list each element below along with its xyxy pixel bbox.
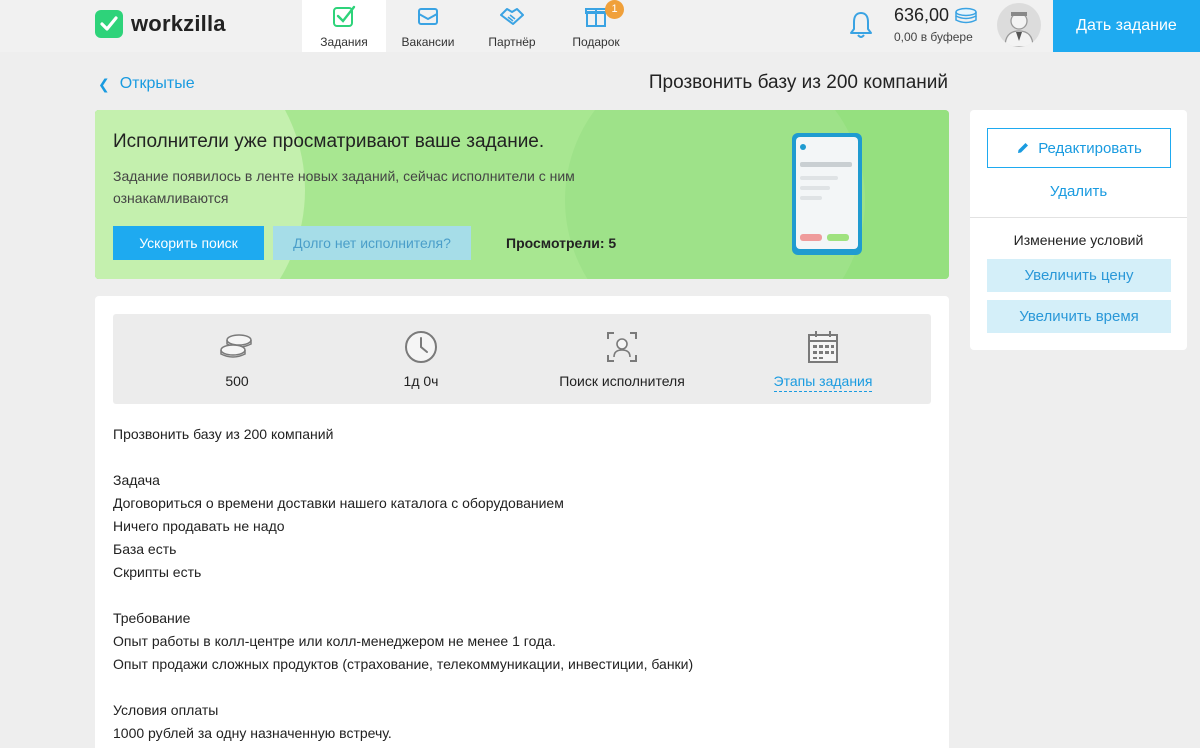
main-nav: Задания Вакансии Партнёр 1 Подарок	[302, 0, 638, 52]
gift-badge: 1	[605, 0, 624, 19]
actions-panel: Редактировать Удалить Изменение условий …	[970, 110, 1187, 350]
balance-value: 636,00	[894, 5, 950, 25]
nav-vacancies-label: Вакансии	[401, 35, 455, 49]
banner-text: Задание появилось в ленте новых заданий,…	[113, 168, 575, 206]
edit-button[interactable]: Редактировать	[987, 128, 1171, 168]
pencil-icon	[1018, 143, 1029, 153]
back-link[interactable]: ❮ Открытые	[98, 75, 195, 93]
nav-partner[interactable]: Партнёр	[470, 0, 554, 52]
logo-text: workzilla	[131, 11, 226, 36]
balance-buffer: 0,00 в буфере	[894, 30, 973, 44]
conditions-title: Изменение условий	[1013, 232, 1144, 248]
avatar[interactable]	[997, 3, 1041, 47]
nav-vacancies[interactable]: Вакансии	[386, 0, 470, 52]
user-avatar-icon	[1004, 12, 1034, 47]
workzilla-logo[interactable]: workzilla	[95, 10, 226, 38]
task-card: 500 1д 0ч Поиск исполнителя Этапы задани…	[95, 296, 949, 748]
logo-check-icon	[95, 10, 123, 38]
calendar-icon	[808, 331, 838, 363]
description-line: База есть	[113, 541, 177, 557]
viewed-count: Просмотрели: 5	[506, 235, 617, 251]
stat-stages: Этапы задания	[723, 314, 923, 404]
stat-stages-value: Этапы задания	[723, 373, 923, 392]
stages-link[interactable]: Этапы задания	[773, 373, 873, 392]
balance-amount: 636,00	[894, 5, 979, 26]
banner-title: Исполнители уже просматривают ваше задан…	[113, 131, 545, 152]
description-line	[113, 446, 913, 469]
chevron-left-icon: ❮	[98, 75, 110, 92]
executor-search-icon	[607, 332, 637, 362]
divider	[970, 217, 1187, 218]
description-line: Ничего продавать не надо	[113, 518, 285, 534]
nav-tasks[interactable]: Задания	[302, 0, 386, 52]
page-title: Прозвонить базу из 200 компаний	[648, 72, 948, 93]
stat-time-value: 1д 0ч	[403, 373, 439, 389]
top-header: workzilla Задания Вакансии Партнёр 1 Под…	[0, 0, 1200, 52]
tasks-check-icon	[333, 5, 356, 27]
description-line	[113, 676, 913, 699]
stat-status-value: Поиск исполнителя	[559, 373, 685, 389]
description-line: Условия оплаты	[113, 702, 219, 718]
description-line: Скрипты есть	[113, 564, 202, 580]
clock-icon	[405, 331, 437, 363]
edit-label: Редактировать	[1038, 139, 1142, 157]
partner-handshake-icon	[500, 8, 524, 25]
give-task-button[interactable]: Дать задание	[1053, 0, 1200, 52]
task-description: Прозвонить базу из 200 компаний Задача Д…	[113, 423, 913, 745]
back-label: Открытые	[119, 75, 195, 92]
nav-tasks-label: Задания	[320, 35, 368, 49]
description-line: Требование	[113, 610, 191, 626]
description-line: Опыт продажи сложных продуктов (страхова…	[113, 656, 694, 672]
description-line: Задача	[113, 472, 160, 488]
status-banner: Исполнители уже просматривают ваше задан…	[95, 110, 949, 279]
stat-status: Поиск исполнителя	[522, 314, 722, 404]
balance-block[interactable]: 636,00 0,00 в буфере	[894, 5, 979, 44]
nav-gift-label: Подарок	[572, 35, 620, 49]
nav-partner-label: Партнёр	[488, 35, 536, 49]
speed-up-search-button[interactable]: Ускорить поиск	[113, 226, 264, 260]
coins-icon	[955, 7, 977, 23]
delete-link[interactable]: Удалить	[970, 183, 1187, 200]
phone-illustration-icon	[792, 133, 862, 255]
coins-icon	[220, 334, 252, 358]
description-line: Прозвонить базу из 200 компаний	[113, 426, 334, 442]
stat-price: 500	[137, 314, 337, 404]
stat-time: 1д 0ч	[321, 314, 521, 404]
description-line: 1000 рублей за одну назначенную встречу.	[113, 725, 392, 741]
no-executor-button[interactable]: Долго нет исполнителя?	[273, 226, 471, 260]
increase-price-button[interactable]: Увеличить цену	[987, 259, 1171, 292]
description-line: Договориться о времени доставки нашего к…	[113, 495, 564, 511]
vacancies-mail-icon	[418, 8, 438, 25]
increase-time-button[interactable]: Увеличить время	[987, 300, 1171, 333]
stat-price-value: 500	[225, 373, 249, 389]
task-stats: 500 1д 0ч Поиск исполнителя Этапы задани…	[113, 314, 931, 404]
description-line	[113, 584, 913, 607]
nav-gift[interactable]: 1 Подарок	[554, 0, 638, 52]
description-line: Опыт работы в колл-центре или колл-менед…	[113, 633, 556, 649]
bell-icon[interactable]	[848, 10, 874, 40]
